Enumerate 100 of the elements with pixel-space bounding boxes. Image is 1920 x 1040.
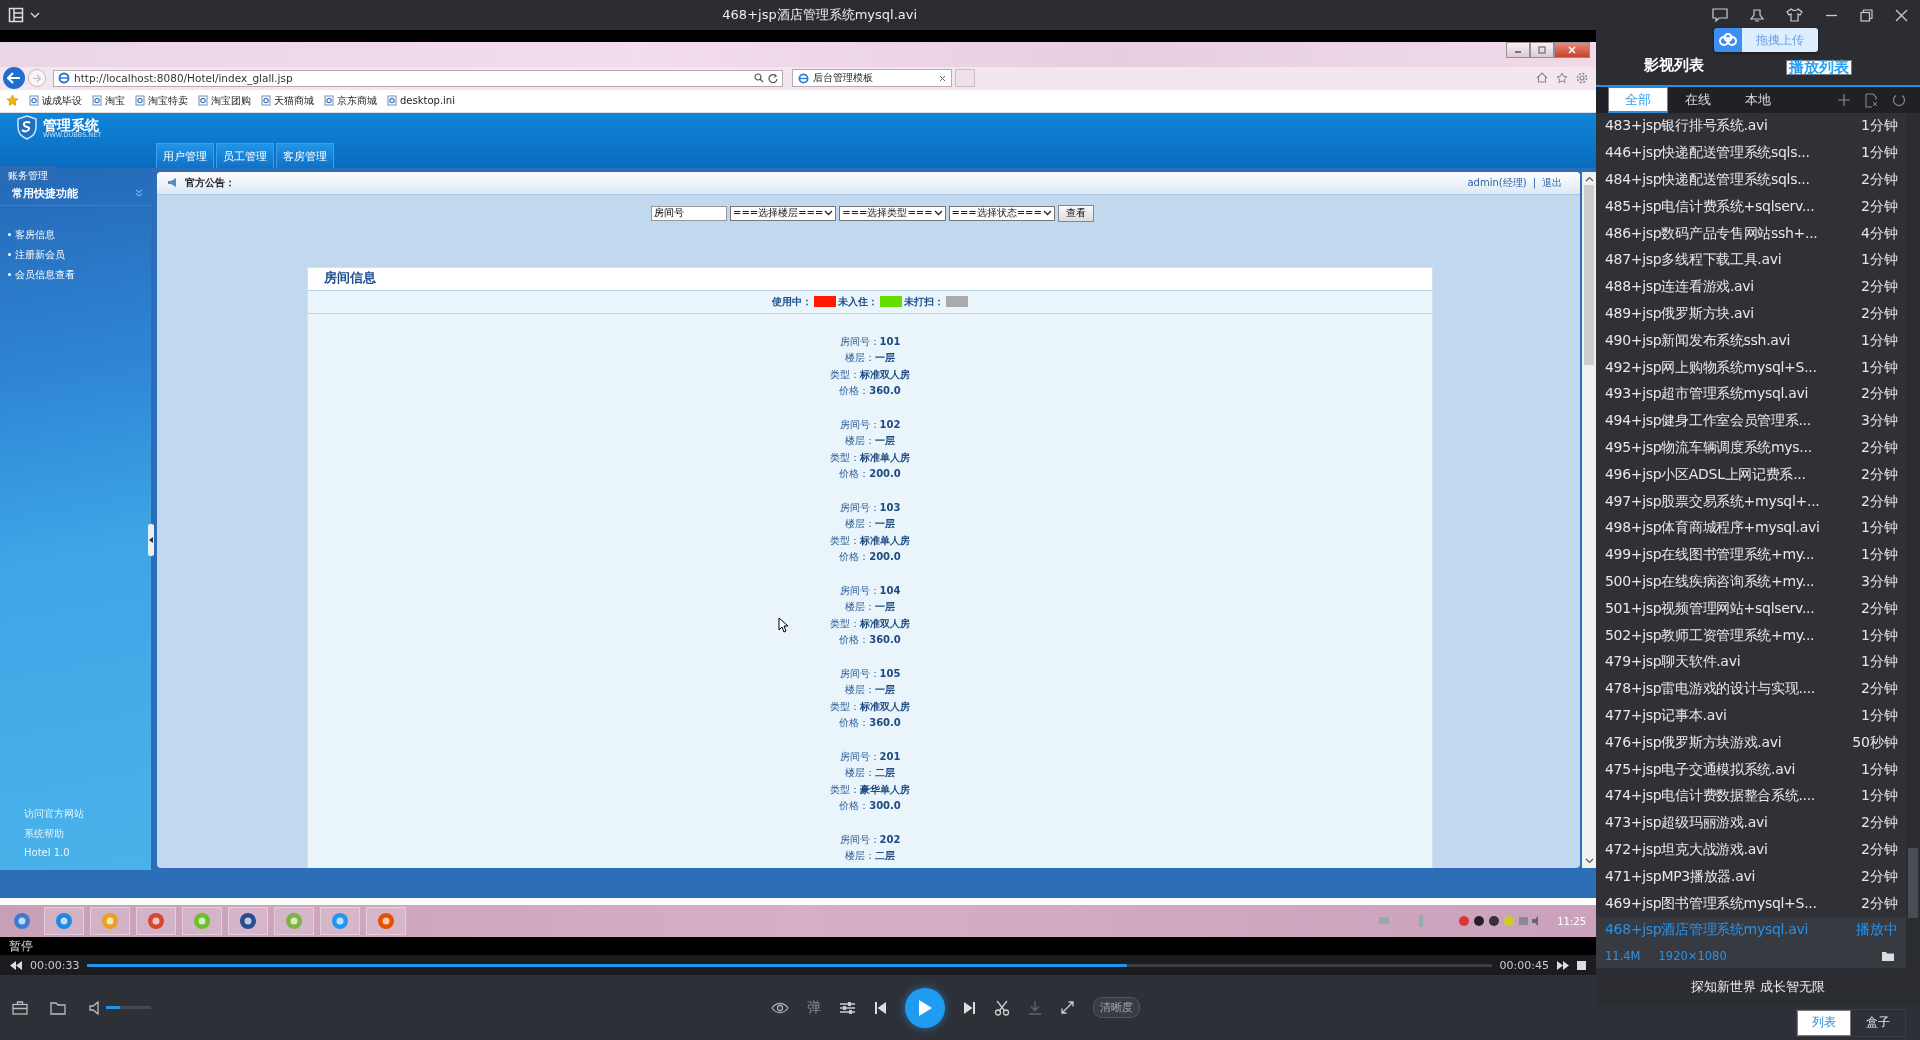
playlist-item[interactable]: 487+jsp多线程下载工具.avi 1分钟 [1596, 247, 1906, 274]
app-icon[interactable] [44, 907, 84, 935]
quality-button[interactable]: 清晰度 [1093, 997, 1140, 1018]
playlist-item[interactable]: 479+jsp聊天软件.avi 1分钟 [1596, 648, 1906, 676]
app-icon[interactable] [366, 907, 406, 935]
panel-tab[interactable]: 影视列表 [1644, 56, 1704, 75]
shirt-icon[interactable] [1786, 8, 1803, 22]
playlist-item[interactable]: 472+jsp坦克大战游戏.avi 2分钟 [1596, 836, 1906, 864]
stop-icon[interactable] [1577, 960, 1586, 970]
playlist-item[interactable]: 500+jsp在线疾病咨询系统+my... 3分钟 [1596, 568, 1906, 596]
playlist-item[interactable]: 469+jsp图书管理系统mysql+S... 2分钟 [1596, 890, 1906, 917]
playlist-item[interactable]: 484+jsp快递配送管理系统sqls... 2分钟 [1596, 166, 1906, 194]
progress-track[interactable] [87, 963, 1492, 967]
playlist-item[interactable]: 478+jsp雷电游戏的设计与实现.... 2分钟 [1596, 675, 1906, 703]
playlist-item[interactable]: 488+jsp连连看游戏.avi 2分钟 [1596, 273, 1906, 301]
app-icon[interactable] [136, 907, 176, 935]
fast-forward-icon[interactable] [1557, 960, 1569, 970]
room-number-field[interactable]: 房间号 [651, 205, 727, 221]
refresh-icon[interactable] [768, 73, 778, 84]
playlist-item[interactable]: 490+jsp新闻发布系统ssh.avi 1分钟 [1596, 327, 1906, 355]
refresh-icon[interactable] [1892, 93, 1906, 107]
layout-icon[interactable] [8, 7, 24, 23]
playlist-item[interactable]: 498+jsp体育商城程序+mysql.avi 1分钟 [1596, 514, 1906, 542]
user-link[interactable]: admin(经理) [1467, 175, 1527, 190]
playlist-item[interactable]: 468+jsp酒店管理系统mysql.avi 播放中 [1596, 916, 1906, 944]
eye-icon[interactable] [771, 1000, 789, 1015]
close-button[interactable] [1554, 42, 1590, 58]
playlist-item[interactable]: 476+jsp俄罗斯方块游戏.avi 50秒钟 [1596, 729, 1906, 757]
delete-file-icon[interactable] [1865, 92, 1878, 108]
playlist-item[interactable]: 492+jsp网上购物系统mysql+S... 1分钟 [1596, 354, 1906, 381]
view-toggle[interactable]: 列表 [1797, 1009, 1851, 1036]
playlist-item[interactable]: 473+jsp超级玛丽游戏.avi 2分钟 [1596, 809, 1906, 837]
minimize-button[interactable] [1506, 42, 1530, 58]
playlist-item[interactable]: 486+jsp数码产品专售网站ssh+... 4分钟 [1596, 220, 1906, 247]
bookmark-link[interactable]: 淘宝特卖 [135, 93, 188, 108]
app-icon[interactable] [228, 907, 268, 935]
playlist-item[interactable]: 493+jsp超市管理系统mysql.avi 2分钟 [1596, 380, 1906, 408]
bookmark-link[interactable]: 京东商城 [324, 93, 377, 108]
filter-tab[interactable]: 在线 [1668, 87, 1728, 113]
playlist-item[interactable]: 475+jsp电子交通模拟系统.avi 1分钟 [1596, 756, 1906, 783]
star-icon[interactable] [6, 94, 19, 108]
restore-icon[interactable] [1860, 8, 1873, 22]
arrow-up-icon[interactable] [1584, 175, 1594, 182]
select-dropdown[interactable]: ===选择状态=== [948, 205, 1055, 221]
add-icon[interactable] [1837, 93, 1851, 107]
rewind-icon[interactable] [10, 960, 22, 970]
playlist-item[interactable]: 497+jsp股票交易系统+mysql+... 2分钟 [1596, 488, 1906, 515]
expand-icon[interactable] [1060, 1000, 1075, 1015]
bookmark-link[interactable]: 诚成毕设 [29, 93, 82, 108]
home-icon[interactable] [1536, 72, 1548, 84]
scrollbar-thumb[interactable] [1584, 184, 1594, 365]
star-icon[interactable] [1556, 72, 1568, 85]
close-icon[interactable] [939, 74, 946, 82]
playlist-item[interactable]: 489+jsp俄罗斯方块.avi 2分钟 [1596, 300, 1906, 328]
playlist-item[interactable]: 485+jsp电信计费系统+sqlserv... 2分钟 [1596, 193, 1906, 221]
volume-slider[interactable] [106, 1006, 151, 1009]
bookmark-link[interactable]: desktop.ini [387, 95, 455, 107]
scissors-icon[interactable] [994, 999, 1010, 1016]
scrollbar-thumb[interactable] [1908, 848, 1918, 918]
view-button[interactable]: 查看 [1057, 204, 1094, 222]
playlist-item[interactable]: 474+jsp电信计费数据整合系统.... 1分钟 [1596, 782, 1906, 810]
chat-icon[interactable] [1712, 8, 1728, 22]
folder-icon[interactable] [1882, 950, 1894, 961]
playlist-item[interactable]: 446+jsp快递配送管理系统sqls... 1分钟 [1596, 139, 1906, 167]
address-field[interactable]: http://localhost:8080/Hotel/index_glall.jsp [53, 69, 783, 87]
nav-tab[interactable]: 客房管理 [276, 142, 334, 168]
back-button[interactable] [3, 67, 25, 90]
sidebar-group-header[interactable]: 常用快捷功能 [0, 183, 151, 206]
nav-tab[interactable]: 员工管理 [216, 142, 274, 168]
nav-tab[interactable]: 用户管理 [156, 142, 214, 168]
arrow-down-icon[interactable] [1584, 858, 1594, 865]
browser-tab[interactable]: 后台管理模板 [792, 69, 952, 88]
bookmark-link[interactable]: 淘宝 [92, 93, 125, 108]
playlist-item[interactable]: 501+jsp视频管理网站+sqlserv... 2分钟 [1596, 595, 1906, 623]
bell-icon[interactable] [1750, 7, 1764, 23]
sidebar-link[interactable]: 注册新会员 [15, 247, 65, 262]
playlist-item[interactable]: 499+jsp在线图书管理系统+my... 1分钟 [1596, 541, 1906, 569]
select-dropdown[interactable]: ===选择楼层=== [730, 205, 837, 221]
maximize-button[interactable] [1530, 42, 1554, 58]
danmaku-button[interactable]: 弹 [807, 998, 821, 1017]
playlist-item[interactable]: 483+jsp银行排号系统.avi 1分钟 [1596, 113, 1906, 140]
briefcase-icon[interactable] [12, 1000, 28, 1015]
bookmark-link[interactable]: 天猫商城 [261, 93, 314, 108]
playlist-item[interactable]: 495+jsp物流车辆调度系统mys... 2分钟 [1596, 434, 1906, 462]
bookmark-link[interactable]: 淘宝团购 [198, 93, 251, 108]
search-icon[interactable] [754, 73, 764, 84]
scrollbar[interactable] [1582, 171, 1596, 869]
folder-icon[interactable] [50, 1000, 67, 1015]
playlist-item[interactable]: 502+jsp教师工资管理系统+my... 1分钟 [1596, 622, 1906, 649]
chevron-down-icon[interactable] [30, 12, 40, 18]
playlist-item[interactable]: 494+jsp健身工作室会员管理系... 3分钟 [1596, 407, 1906, 435]
filter-tab[interactable]: 本地 [1728, 87, 1788, 113]
collapse-handle[interactable] [148, 523, 154, 556]
logout-link[interactable]: 退出 [1542, 175, 1562, 190]
volume-icon[interactable] [89, 1000, 102, 1015]
sidebar-link[interactable]: 会员信息查看 [15, 267, 75, 282]
sidebar-link[interactable]: 客房信息 [15, 227, 55, 242]
settings-icon[interactable] [1576, 72, 1588, 85]
view-toggle[interactable]: 盒子 [1851, 1009, 1905, 1036]
select-dropdown[interactable]: ===选择类型=== [839, 205, 946, 221]
